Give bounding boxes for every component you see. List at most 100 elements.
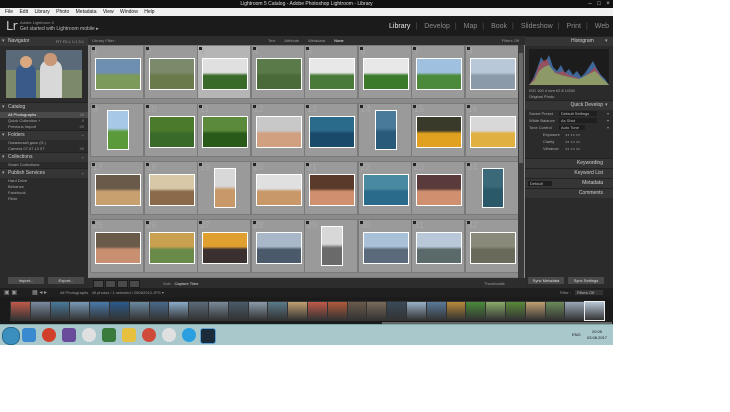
opera-icon[interactable] <box>42 328 56 342</box>
thumbnail-cell[interactable]: 18 <box>143 161 198 215</box>
ie-icon[interactable] <box>22 328 36 342</box>
filmstrip-thumbnail[interactable] <box>208 301 229 321</box>
filmstrip-thumbnail[interactable] <box>386 301 408 321</box>
module-print[interactable]: Print <box>567 23 581 30</box>
navigator-preview[interactable] <box>6 50 82 98</box>
thumbnail-cell[interactable]: 7 <box>411 45 465 99</box>
thumbnail-cell[interactable]: 9 <box>90 103 144 157</box>
filmstrip-thumbnail[interactable] <box>247 301 269 321</box>
thumbnail-cell[interactable]: 11 <box>197 103 251 157</box>
menu-edit[interactable]: Edit <box>19 8 28 16</box>
filter-metadata[interactable]: Metadata <box>308 38 325 43</box>
menu-help[interactable]: Help <box>144 8 154 16</box>
clock[interactable]: 20:05 03.08.2017 <box>587 329 607 341</box>
filter-attribute[interactable]: Attribute <box>284 38 299 43</box>
thumbnail-cell[interactable]: 26 <box>143 219 198 273</box>
filmstrip-thumbnail[interactable] <box>267 301 289 321</box>
comments-header[interactable]: Comments <box>525 188 613 198</box>
yandex-browser-icon[interactable] <box>162 328 176 342</box>
photo-thumbnail[interactable] <box>362 58 409 90</box>
photo-thumbnail[interactable] <box>469 232 516 264</box>
vibrance-steppers[interactable]: ◂◂ ◂ ▸ ▸▸ <box>565 145 580 152</box>
add-collection-icon[interactable]: + <box>82 153 84 162</box>
photo-thumbnail[interactable] <box>148 174 195 206</box>
photo-thumbnail[interactable] <box>107 110 129 150</box>
module-develop[interactable]: Develop <box>424 23 450 30</box>
thumbnail-cell[interactable]: 3 <box>197 45 251 99</box>
photo-thumbnail[interactable] <box>255 116 302 148</box>
photo-thumbnail[interactable] <box>321 226 343 266</box>
thumbnail-cell[interactable]: 16 <box>464 103 518 157</box>
quick-develop-header[interactable]: Quick Develop ▾ <box>525 100 613 110</box>
thumbnail-cell[interactable]: 19 <box>197 161 251 215</box>
photo-thumbnail[interactable] <box>416 58 462 90</box>
thumbnail-cell[interactable]: 2 <box>143 45 198 99</box>
filmstrip-thumbnail[interactable] <box>287 301 309 321</box>
module-book[interactable]: Book <box>491 23 507 30</box>
thumbnail-cell[interactable]: 17 <box>90 161 144 215</box>
secondary-window-icon[interactable]: ▣ ▣ <box>4 289 17 296</box>
filter-none[interactable]: None <box>334 38 344 43</box>
module-slideshow[interactable]: Slideshow <box>521 23 553 30</box>
metadata-preset-select[interactable]: Default <box>528 181 552 186</box>
photo-thumbnail[interactable] <box>469 58 516 90</box>
photo-thumbnail[interactable] <box>362 174 409 206</box>
thumbnail-cell[interactable]: 6 <box>357 45 412 99</box>
skype-icon[interactable] <box>182 328 196 342</box>
add-folder-icon[interactable]: + <box>82 131 84 140</box>
survey-view-icon[interactable] <box>129 280 140 288</box>
metadata-header[interactable]: Default Metadata <box>525 178 613 188</box>
menu-view[interactable]: View <box>103 8 114 16</box>
yandex-icon[interactable] <box>82 328 96 342</box>
filmstrip-thumbnail[interactable] <box>465 301 487 321</box>
photo-thumbnail[interactable] <box>309 58 355 90</box>
folder-icon[interactable] <box>122 328 136 342</box>
thumbnail-cell[interactable]: 20 <box>250 161 305 215</box>
start-button-icon[interactable] <box>2 327 20 345</box>
menu-window[interactable]: Window <box>120 8 138 16</box>
thumbnail-cell[interactable]: 5 <box>304 45 358 99</box>
add-service-icon[interactable]: + <box>82 169 84 178</box>
close-icon[interactable]: × <box>603 0 613 8</box>
filmstrip-thumbnail[interactable] <box>445 301 467 321</box>
thumbnail-cell[interactable]: 1 <box>90 45 144 99</box>
grid-scrollbar[interactable] <box>518 45 524 278</box>
thumbnail-cell[interactable]: 22 <box>357 161 412 215</box>
compare-view-icon[interactable] <box>117 280 128 288</box>
photo-thumbnail[interactable] <box>416 232 462 264</box>
filmstrip-thumbnail[interactable] <box>128 301 150 321</box>
filmstrip-thumbnail[interactable] <box>49 301 71 321</box>
filmstrip-thumbnail[interactable] <box>29 301 51 321</box>
keywording-header[interactable]: Keywording <box>525 158 613 168</box>
expand-icon[interactable]: ▾ <box>607 110 609 117</box>
thumbnail-cell[interactable]: 32 <box>464 219 518 273</box>
filmstrip-thumbnail[interactable] <box>406 301 427 321</box>
filmstrip-thumbnail[interactable] <box>584 301 606 321</box>
photo-thumbnail[interactable] <box>481 168 504 208</box>
publish-flickr[interactable]: Flickr <box>0 196 88 202</box>
saved-preset-select[interactable]: Default Settings <box>559 111 597 116</box>
photo-thumbnail[interactable] <box>309 174 355 206</box>
filmstrip-thumbnail[interactable] <box>524 301 546 321</box>
white-balance-select[interactable]: As Shot <box>559 118 597 123</box>
filmstrip-thumbnail[interactable] <box>69 301 91 321</box>
filmstrip-thumbnail[interactable] <box>544 301 566 321</box>
filter-preset[interactable]: Filters Off <box>502 38 519 43</box>
photo-thumbnail[interactable] <box>202 58 248 90</box>
photo-thumbnail[interactable] <box>95 58 141 90</box>
module-map[interactable]: Map <box>464 23 478 30</box>
photo-thumbnail[interactable] <box>255 58 302 90</box>
filmstrip-thumbnail[interactable] <box>109 301 130 321</box>
export-button[interactable]: Export... <box>48 277 84 284</box>
histogram-header[interactable]: Histogram ▾ <box>525 36 613 46</box>
thumbnail-cell[interactable]: 14 <box>357 103 412 157</box>
thumbnail-cell[interactable]: 30 <box>357 219 412 273</box>
loupe-view-icon[interactable] <box>105 280 116 288</box>
sort-control[interactable]: Sort: Capture Time <box>163 281 198 286</box>
menu-photo[interactable]: Photo <box>56 8 69 16</box>
photo-thumbnail[interactable] <box>214 168 236 208</box>
thumbnail-cell[interactable]: 21 <box>304 161 358 215</box>
expand-icon[interactable]: ▾ <box>607 124 609 131</box>
menu-file[interactable]: File <box>5 8 13 16</box>
thumbnail-cell[interactable]: 13 <box>304 103 358 157</box>
